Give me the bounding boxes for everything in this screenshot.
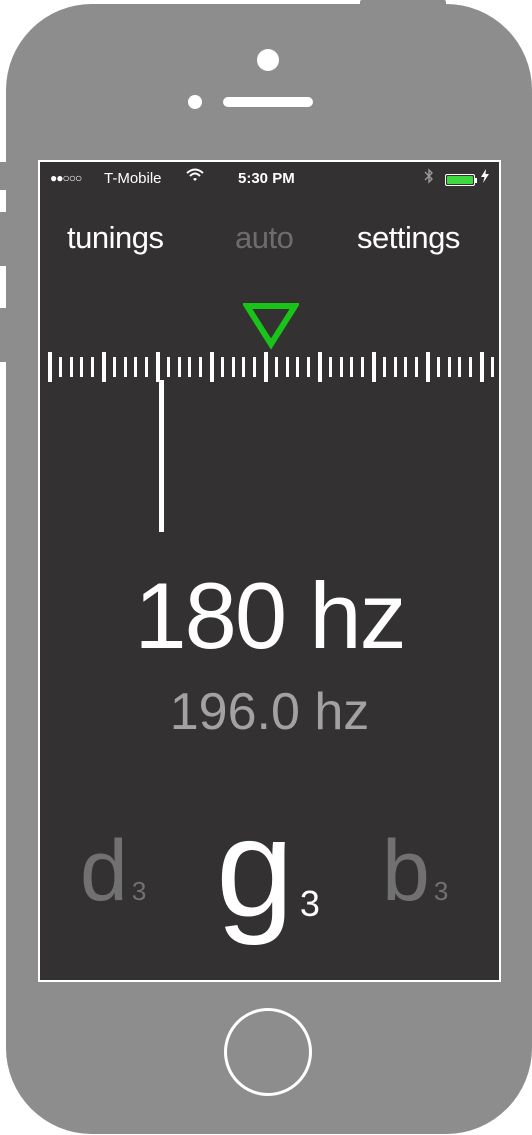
tuning-needle [159,380,164,532]
mute-switch [0,162,10,190]
scale-tick [350,357,354,377]
scale-tick [307,357,311,377]
next-note-octave: 3 [433,876,449,906]
current-note-octave: 3 [299,883,320,924]
scale-tick [123,357,127,377]
charging-bolt-icon [481,169,489,186]
scale-tick [210,352,214,382]
detected-frequency: 180 hz [134,563,406,668]
battery-level [447,176,473,184]
front-camera [257,49,279,71]
auto-button[interactable]: auto [235,220,294,256]
signal-strength-icon: ●●○○○ [50,171,82,185]
target-frequency: 196.0 hz [169,683,370,741]
previous-note[interactable]: d3 [80,822,146,921]
scale-tick [80,357,84,377]
proximity-sensor [188,95,202,109]
battery-icon [445,174,475,186]
scale-tick [253,357,257,377]
next-note-letter: b [382,823,430,919]
tuning-scale [40,350,499,390]
scale-tick [480,352,484,382]
scale-tick [188,357,192,377]
scale-tick [382,357,386,377]
scale-tick [339,357,343,377]
volume-up-button [0,212,10,266]
scale-tick [156,352,160,382]
scale-tick [490,357,494,377]
scale-tick [264,352,268,382]
scale-tick [458,357,462,377]
next-note[interactable]: b3 [382,822,448,921]
scale-tick [372,352,376,382]
settings-button[interactable]: settings [357,220,460,256]
scale-tick [285,357,289,377]
scale-tick [426,352,430,382]
scale-tick [328,357,332,377]
scale-tick [177,357,181,377]
scale-tick [318,352,322,382]
scale-tick [91,357,95,377]
battery-tip [475,178,477,183]
scale-tick [447,357,451,377]
carrier-name: T-Mobile [104,170,162,187]
wifi-icon [186,168,204,187]
scale-tick [199,357,203,377]
scale-tick [58,357,62,377]
earpiece-speaker [223,97,313,107]
scale-tick [469,357,473,377]
scale-tick [145,357,149,377]
target-triangle-icon [241,302,301,355]
previous-note-letter: d [80,823,128,919]
current-note: g3 [216,787,320,949]
previous-note-octave: 3 [131,876,147,906]
tuner-screen: ●●○○○ T-Mobile 5:30 PM tunings auto sett… [38,160,501,982]
scale-tick [112,357,116,377]
status-time: 5:30 PM [238,170,295,187]
scale-tick [69,357,73,377]
scale-tick [220,357,224,377]
scale-tick [102,352,106,382]
current-note-letter: g [216,789,294,946]
scale-tick [231,357,235,377]
home-button[interactable] [224,1008,312,1096]
scale-tick [393,357,397,377]
scale-tick [436,357,440,377]
tunings-button[interactable]: tunings [67,220,164,256]
status-bar: ●●○○○ T-Mobile 5:30 PM [40,168,499,192]
power-button [360,0,446,8]
scale-tick [415,357,419,377]
volume-down-button [0,308,10,362]
scale-tick [166,357,170,377]
scale-tick [242,357,246,377]
scale-tick [404,357,408,377]
scale-tick [134,357,138,377]
bluetooth-icon [424,168,434,189]
scale-tick [48,352,52,382]
scale-tick [296,357,300,377]
scale-tick [274,357,278,377]
scale-tick [361,357,365,377]
